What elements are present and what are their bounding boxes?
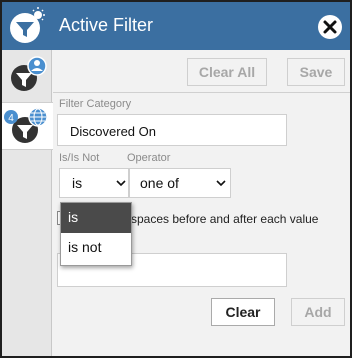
is-not-select-value: is: [72, 175, 83, 191]
filter-category-label: Filter Category: [59, 98, 132, 110]
save-button[interactable]: Save: [287, 58, 345, 86]
chevron-down-icon: [216, 180, 226, 187]
rail-badge-count: 4: [8, 113, 14, 124]
filter-globe-icon: 4: [4, 107, 48, 143]
filter-category-field[interactable]: Discovered On: [57, 114, 287, 146]
is-not-dropdown-menu: is is not: [60, 202, 132, 266]
toolbar-divider: [53, 92, 350, 93]
close-icon: [323, 20, 337, 34]
close-button[interactable]: [318, 15, 342, 39]
is-not-label: Is/Is Not: [59, 152, 100, 164]
filter-user-icon: [11, 56, 47, 91]
add-button[interactable]: Add: [291, 298, 345, 326]
filter-sun-icon: [8, 7, 46, 45]
clear-button[interactable]: Clear: [211, 298, 275, 326]
dropdown-option-is[interactable]: is: [61, 203, 131, 233]
left-rail: 4: [2, 50, 53, 356]
dialog-title: Active Filter: [59, 15, 154, 35]
filter-dialog: Active Filter 4 Clear All Save Filter Ca…: [0, 0, 352, 358]
operator-select-value: one of: [140, 175, 179, 191]
rail-tab-user-filters[interactable]: [2, 52, 52, 100]
is-not-select[interactable]: is: [59, 168, 129, 198]
operator-select[interactable]: one of: [129, 168, 231, 198]
rail-tab-global-filters[interactable]: 4: [2, 102, 53, 150]
clear-all-button[interactable]: Clear All: [187, 58, 267, 86]
trim-spaces-label: spaces before and after each value: [131, 212, 319, 226]
chevron-down-icon: [116, 180, 126, 187]
title-bar: Active Filter: [2, 2, 350, 50]
operator-label: Operator: [127, 152, 171, 164]
dropdown-option-is-not[interactable]: is not: [61, 233, 131, 263]
